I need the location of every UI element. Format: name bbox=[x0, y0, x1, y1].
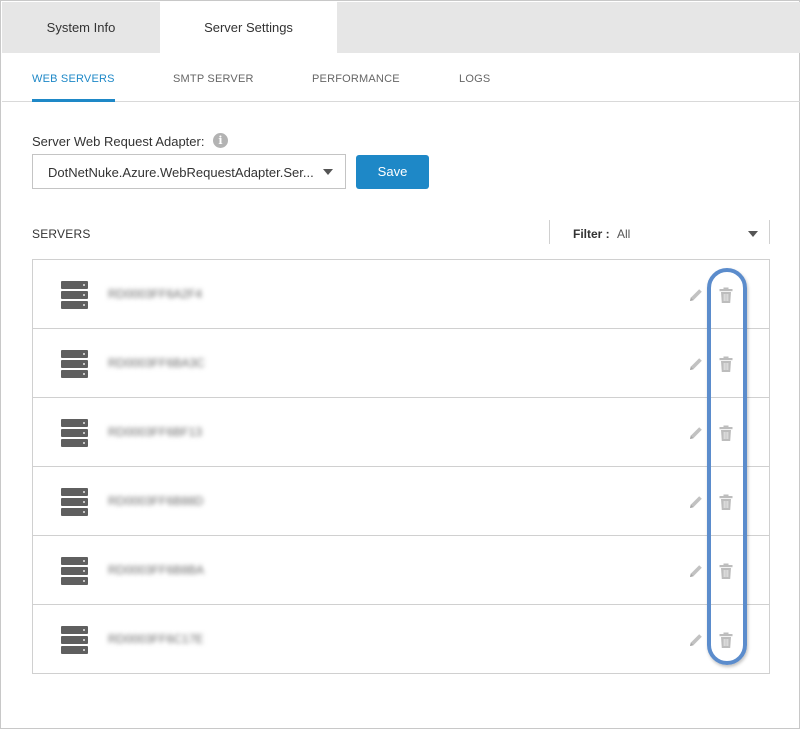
server-list: RD0003FF6A2F4 RD0003FF6BA3C RD0003FF6BF1… bbox=[32, 259, 770, 674]
adapter-label: Server Web Request Adapter: bbox=[32, 134, 205, 149]
server-icon bbox=[61, 488, 88, 516]
server-icon bbox=[61, 281, 88, 309]
filter-dropdown[interactable]: All bbox=[617, 227, 630, 241]
server-row: RD0003FF6C17E bbox=[33, 605, 769, 674]
server-row: RD0003FF6B88D bbox=[33, 467, 769, 536]
server-icon bbox=[61, 626, 88, 654]
filter-divider bbox=[769, 220, 770, 244]
edit-icon[interactable] bbox=[687, 286, 705, 304]
server-row: RD0003FF6A2F4 bbox=[33, 260, 769, 329]
tab-logs[interactable]: LOGS bbox=[459, 73, 490, 102]
server-name: RD0003FF6BA3C bbox=[108, 356, 205, 370]
server-icon bbox=[61, 557, 88, 585]
server-row: RD0003FF6BF13 bbox=[33, 398, 769, 467]
server-name: RD0003FF6C17E bbox=[108, 632, 204, 646]
adapter-selected-value: DotNetNuke.Azure.WebRequestAdapter.Ser..… bbox=[48, 165, 314, 180]
tab-web-servers[interactable]: WEB SERVERS bbox=[32, 73, 115, 102]
server-name: RD0003FF6A2F4 bbox=[108, 287, 203, 301]
server-row: RD0003FF6BA3C bbox=[33, 329, 769, 398]
server-name: RD0003FF6BF13 bbox=[108, 425, 203, 439]
server-settings-panel: System Info Server Settings WEB SERVERS … bbox=[0, 0, 800, 729]
chevron-down-icon[interactable] bbox=[748, 231, 758, 237]
top-tab-bar: System Info Server Settings bbox=[2, 2, 800, 53]
edit-icon[interactable] bbox=[687, 493, 705, 511]
tab-performance[interactable]: PERFORMANCE bbox=[312, 73, 400, 102]
server-row: RD0003FF6B8BA bbox=[33, 536, 769, 605]
filter-divider bbox=[549, 220, 550, 244]
server-name: RD0003FF6B88D bbox=[108, 494, 204, 508]
edit-icon[interactable] bbox=[687, 424, 705, 442]
edit-icon[interactable] bbox=[687, 631, 705, 649]
tab-system-info[interactable]: System Info bbox=[2, 2, 160, 53]
server-icon bbox=[61, 350, 88, 378]
sub-tab-bar: WEB SERVERS SMTP SERVER PERFORMANCE LOGS bbox=[2, 53, 800, 102]
servers-section-title: SERVERS bbox=[32, 227, 91, 241]
highlight-annotation bbox=[707, 268, 747, 665]
server-icon bbox=[61, 419, 88, 447]
edit-icon[interactable] bbox=[687, 355, 705, 373]
save-button[interactable]: Save bbox=[356, 155, 429, 189]
edit-icon[interactable] bbox=[687, 562, 705, 580]
chevron-down-icon bbox=[323, 169, 333, 175]
tab-smtp-server[interactable]: SMTP SERVER bbox=[173, 73, 254, 102]
info-icon[interactable]: i bbox=[213, 133, 228, 148]
server-name: RD0003FF6B8BA bbox=[108, 563, 205, 577]
filter-label: Filter : bbox=[573, 227, 610, 241]
tab-server-settings[interactable]: Server Settings bbox=[160, 2, 337, 53]
adapter-dropdown[interactable]: DotNetNuke.Azure.WebRequestAdapter.Ser..… bbox=[32, 154, 346, 189]
